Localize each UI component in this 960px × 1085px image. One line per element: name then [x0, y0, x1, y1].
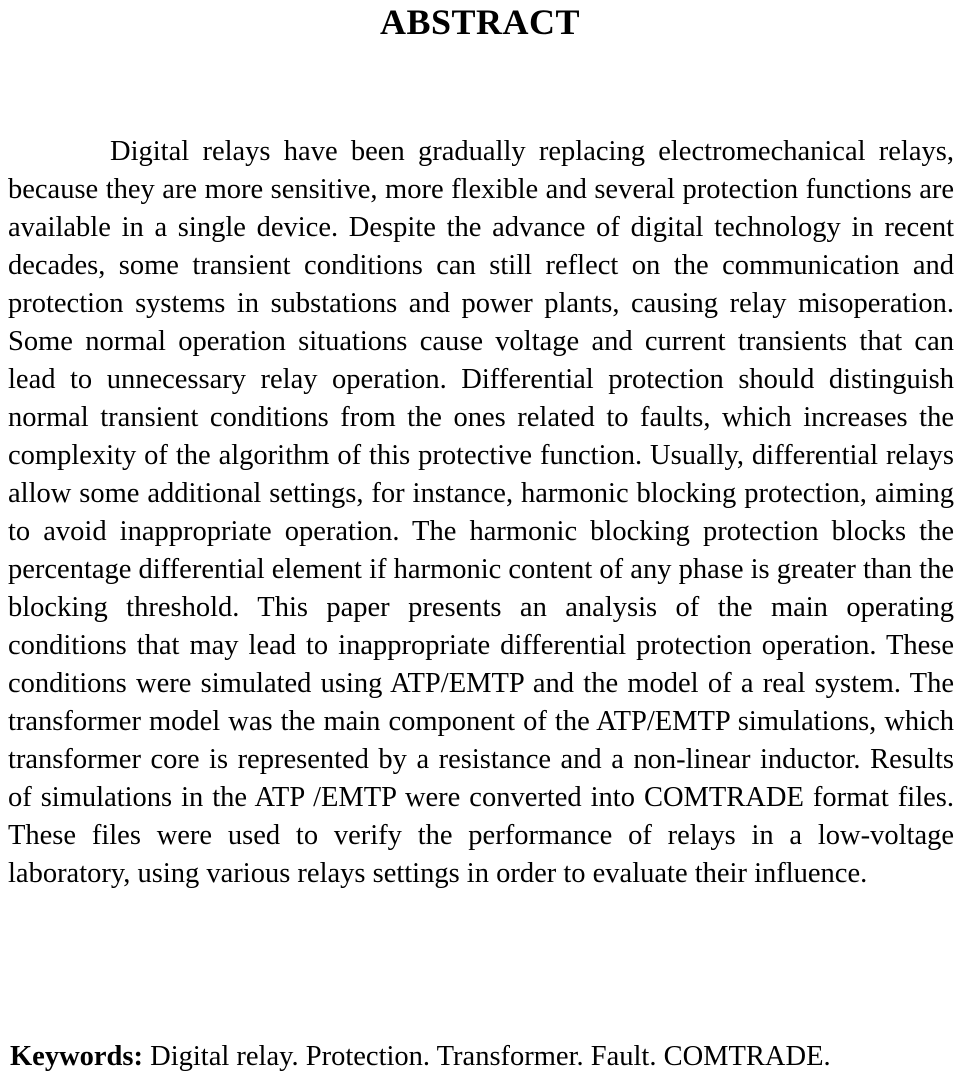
page-title: ABSTRACT — [379, 2, 581, 42]
abstract-page: ABSTRACT Digital relays have been gradua… — [0, 0, 960, 1085]
keywords-line: Keywords: Digital relay. Protection. Tra… — [10, 1038, 954, 1076]
keywords-separator: : — [133, 1041, 144, 1072]
keywords-terms: Digital relay. Protection. Transformer. … — [150, 1041, 831, 1072]
keywords-label: Keywords — [10, 1041, 134, 1072]
abstract-paragraph: Digital relays have been gradually repla… — [8, 135, 954, 889]
